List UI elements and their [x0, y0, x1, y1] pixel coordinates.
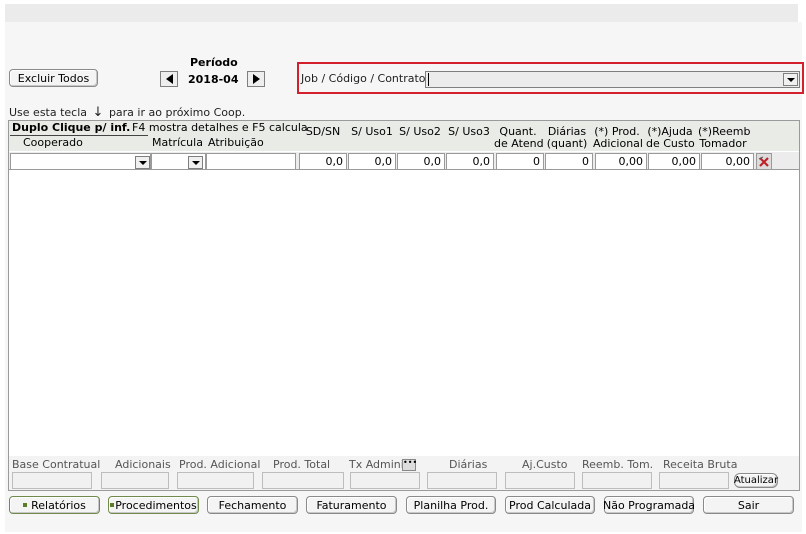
chevron-down-icon [138, 160, 147, 165]
prod-field[interactable]: 0,00 [595, 153, 647, 170]
arrow-left-icon [165, 74, 173, 84]
bullet-icon [110, 503, 115, 507]
hint-text: Use esta tecla ↓ para ir ao próximo Coop… [9, 105, 245, 120]
col-sdsn: SD/SN [305, 125, 341, 138]
cooperado-select[interactable] [10, 153, 151, 170]
total-base-label: Base Contratual [12, 458, 101, 471]
total-reemb-tom-label: Reemb. Tom. [582, 458, 654, 471]
nao-programada-label: Não Programada [602, 498, 696, 512]
col-ajuda: (*)Ajuda de Custo [646, 126, 695, 150]
procedimentos-button[interactable]: Procedimentos [108, 496, 199, 514]
job-label: Job / Código / Contrato: [301, 72, 430, 85]
tx-admin-more-button[interactable]: ••• [402, 459, 417, 471]
periodo-value: 2018-04 [188, 73, 239, 86]
delete-row-button[interactable] [756, 153, 772, 170]
matricula-dropdown-button[interactable] [188, 156, 203, 169]
planilha-prod-label: Planilha Prod. [413, 498, 489, 512]
prod-calculada-button[interactable]: Prod Calculada [505, 496, 595, 514]
col-uso1: S/ Uso1 [351, 125, 393, 138]
header-f4-hint: F4 mostra detalhes e F5 calcula [132, 121, 308, 134]
sdsn-field[interactable]: 0,0 [299, 153, 347, 170]
planilha-prod-button[interactable]: Planilha Prod. [406, 496, 496, 514]
total-adicionais-field [101, 472, 169, 489]
excluir-todos-label: Excluir Todos [17, 71, 90, 85]
col-diarias-line2: (quant) [546, 137, 588, 150]
col-ajuda-line2: de Custo [646, 137, 695, 150]
col-diarias: Diárias (quant) [545, 126, 589, 150]
uso2-field[interactable]: 0,0 [397, 153, 445, 170]
col-quant-line2: de Atend [494, 137, 544, 150]
ajuda-field[interactable]: 0,00 [648, 153, 700, 170]
total-aj-custo-field [505, 472, 575, 489]
total-diarias-field [427, 472, 497, 489]
col-quant: Quant. de Atend [494, 126, 544, 150]
col-reemb-line2: Tomador [699, 137, 747, 150]
prod-calculada-label: Prod Calculada [509, 498, 591, 512]
reemb-field[interactable]: 0,00 [701, 153, 754, 170]
col-prod-line2: Adicional [593, 137, 643, 150]
relatorios-label: Relatórios [31, 498, 86, 512]
text-cursor [428, 73, 429, 86]
uso3-field[interactable]: 0,0 [446, 153, 494, 170]
chevron-down-icon [786, 77, 795, 82]
hint-suffix: para ir ao próximo Coop. [108, 106, 246, 119]
sair-button[interactable]: Sair [703, 496, 794, 514]
faturamento-button[interactable]: Faturamento [306, 496, 397, 514]
header-duplo-clique: Duplo Clique p/ inf. [12, 121, 131, 134]
arrow-right-icon [252, 74, 260, 84]
relatorios-button[interactable]: Relatórios [9, 496, 100, 514]
col-reemb: (*)Reemb Tomador [698, 126, 750, 150]
sair-label: Sair [737, 498, 760, 512]
atualizar-button[interactable]: Atualizar [734, 473, 778, 488]
faturamento-label: Faturamento [316, 498, 387, 512]
col-prod: (*) Prod. Adicional [593, 126, 643, 150]
total-receita-label: Receita Bruta [663, 458, 738, 471]
total-aj-custo-label: Aj.Custo [522, 458, 568, 471]
total-receita-field [659, 472, 729, 489]
total-prod-total-label: Prod. Total [273, 458, 331, 471]
hint-prefix: Use esta tecla [9, 106, 88, 119]
uso1-field[interactable]: 0,0 [348, 153, 396, 170]
col-matricula: Matrícula [152, 136, 203, 149]
excluir-todos-button[interactable]: Excluir Todos [9, 69, 98, 87]
atualizar-label: Atualizar [733, 475, 779, 486]
atribuicao-field[interactable] [206, 153, 296, 170]
diarias-field[interactable]: 0 [545, 153, 593, 170]
cooperados-grid[interactable] [8, 120, 800, 458]
col-atribuicao: Atribuição [208, 136, 264, 149]
total-tx-admin-field [350, 472, 420, 489]
total-prod-total-field [262, 472, 344, 489]
col-cooperado: Cooperado [23, 136, 83, 149]
total-reemb-tom-field [582, 472, 652, 489]
fechamento-button[interactable]: Fechamento [207, 496, 298, 514]
total-prod-adicional-label: Prod. Adicional [179, 458, 261, 471]
total-prod-adicional-field [177, 472, 254, 489]
quant-field[interactable]: 0 [496, 153, 544, 170]
nao-programada-button[interactable]: Não Programada [602, 496, 696, 514]
bullet-icon [23, 503, 28, 507]
total-adicionais-label: Adicionais [115, 458, 171, 471]
title-band [5, 4, 798, 22]
job-dropdown-button[interactable] [783, 73, 798, 86]
col-uso2: S/ Uso2 [399, 125, 441, 138]
periodo-label: Período [190, 56, 238, 69]
fechamento-label: Fechamento [218, 498, 287, 512]
periodo-next-button[interactable] [247, 71, 265, 87]
chevron-down-icon [191, 160, 200, 165]
total-diarias-label: Diárias [449, 458, 488, 471]
cooperado-dropdown-button[interactable] [135, 156, 150, 169]
total-base-field [12, 472, 92, 489]
procedimentos-label: Procedimentos [115, 498, 197, 512]
col-uso3: S/ Uso3 [448, 125, 490, 138]
job-combobox[interactable] [425, 71, 800, 88]
delete-x-icon [758, 156, 769, 167]
periodo-prev-button[interactable] [160, 71, 178, 87]
arrow-down-icon: ↓ [92, 105, 104, 120]
